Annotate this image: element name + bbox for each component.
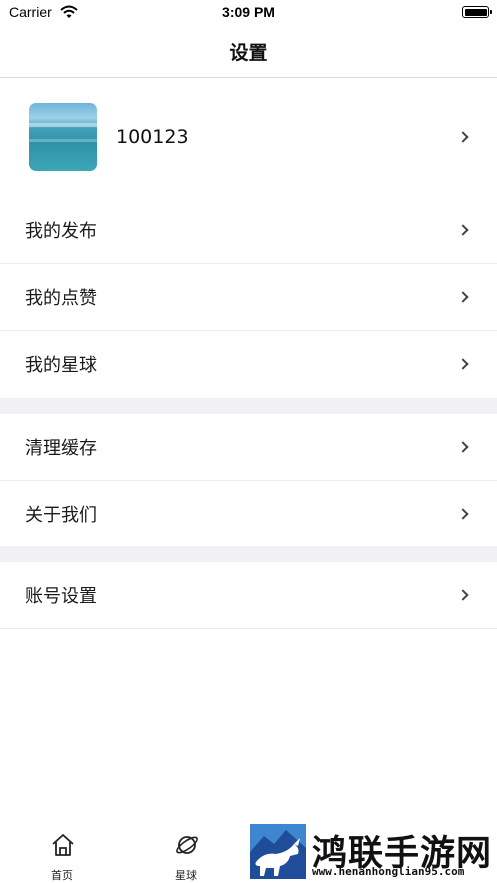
chevron-right-icon [457,508,469,520]
profile-row[interactable]: 100123 [0,78,497,197]
tab-label: 星球 [175,869,197,882]
tab-planet[interactable]: 星球 [141,823,231,883]
navigation-bar: 设置 [0,26,497,78]
chevron-right-icon [457,589,469,601]
avatar[interactable] [29,103,97,171]
tab-home[interactable]: 首页 [17,823,107,883]
bull-logo [250,824,306,879]
chevron-right-icon [457,441,469,453]
chevron-right-icon [457,291,469,303]
menu-item-label: 清理缓存 [25,438,97,459]
chevron-right-icon [457,131,469,143]
menu-item-my-likes[interactable]: 我的点赞 [0,264,497,331]
menu-item-clear-cache[interactable]: 清理缓存 [0,414,497,481]
menu-item-label: 我的星球 [25,355,97,376]
page-title: 设置 [229,42,268,64]
menu-item-label: 账号设置 [25,586,97,607]
section-divider [0,398,497,414]
menu-item-label: 我的点赞 [25,288,97,309]
section-divider [0,546,497,562]
watermark-url: www.henanhonglian95.com [312,865,465,878]
chevron-right-icon [457,224,469,236]
watermark-banner: 鸿联手游网 www.henanhonglian95.com [250,823,497,883]
menu-item-about-us[interactable]: 关于我们 [0,481,497,548]
status-time: 3:09 PM [222,4,275,20]
menu-item-my-planets[interactable]: 我的星球 [0,331,497,398]
home-icon [52,834,74,856]
chevron-right-icon [457,358,469,370]
username: 100123 [116,126,189,148]
tab-label: 首页 [51,869,73,882]
status-bar: Carrier 3:09 PM [0,0,497,26]
battery-icon [462,6,492,18]
menu-item-account-settings[interactable]: 账号设置 [0,562,497,629]
planet-icon [176,836,198,854]
menu-item-label: 关于我们 [25,505,97,526]
menu-item-label: 我的发布 [25,221,97,242]
menu-item-my-posts[interactable]: 我的发布 [0,197,497,264]
